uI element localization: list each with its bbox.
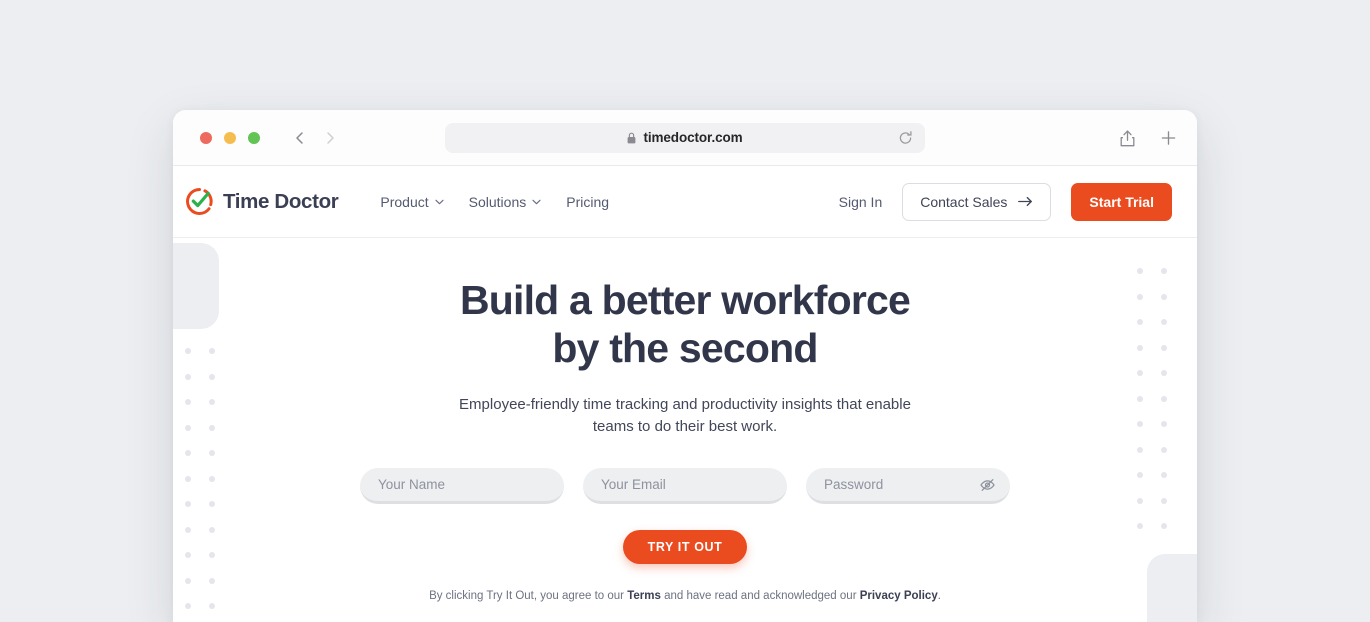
nav-item-product-label: Product [380,193,429,210]
nav-item-product[interactable]: Product [380,193,444,210]
legal-text-part-2: and have read and acknowledged our [660,590,860,602]
arrow-right-icon [1018,196,1033,207]
time-doctor-logo-icon [186,188,213,215]
hero-section: Build a better workforce by the second E… [173,238,1197,622]
nav-item-pricing-label: Pricing [566,193,610,210]
page-title: Build a better workforce by the second [173,276,1197,372]
eye-slash-icon [980,478,995,491]
legal-text-part-3: . [937,590,941,602]
header-actions: Sign In Contact Sales Start Trial [839,182,1172,221]
share-icon[interactable] [1119,128,1136,147]
email-input[interactable] [601,477,769,492]
subhead-line-2: teams to do their best work. [592,418,778,435]
contact-sales-label: Contact Sales [920,193,1008,210]
site-header: Time Doctor Product Solutions Pricing Si… [173,166,1197,238]
try-it-out-button[interactable]: TRY IT OUT [622,530,748,564]
url-text: timedoctor.com [643,130,743,145]
headline-line-2: by the second [552,325,818,371]
email-field-wrapper[interactable] [583,468,787,504]
start-trial-button[interactable]: Start Trial [1071,182,1172,221]
brand-name: Time Doctor [223,189,339,213]
main-navigation: Product Solutions Pricing [380,194,609,210]
plus-icon[interactable] [1160,129,1177,146]
nav-item-solutions[interactable]: Solutions [469,194,542,210]
chevron-down-icon [435,199,444,204]
browser-toolbar: timedoctor.com [173,110,1197,166]
signup-form [173,468,1197,504]
browser-window: timedoctor.com Time Doctor Product Solut… [173,110,1197,622]
minimize-window-button[interactable] [224,131,236,144]
browser-nav-arrows [292,130,338,146]
forward-button[interactable] [322,130,338,146]
toggle-password-visibility-button[interactable] [979,476,996,493]
window-controls [200,131,260,144]
terms-link[interactable]: Terms [627,590,661,602]
nav-item-pricing[interactable]: Pricing [566,194,609,210]
sign-in-link[interactable]: Sign In [839,194,883,210]
lock-icon [628,132,636,143]
legal-text-part-1: By clicking Try It Out, you agree to our [429,590,628,602]
reload-icon[interactable] [898,130,913,145]
close-window-button[interactable] [200,131,212,144]
hero-subheading: Employee-friendly time tracking and prod… [173,394,1197,438]
nav-item-solutions-label: Solutions [468,193,527,210]
back-button[interactable] [292,130,308,146]
contact-sales-button[interactable]: Contact Sales [902,182,1052,221]
password-field-wrapper[interactable] [806,468,1010,504]
name-field-wrapper[interactable] [360,468,564,504]
address-bar[interactable]: timedoctor.com [445,122,925,153]
maximize-window-button[interactable] [248,131,260,144]
browser-toolbar-right [1119,128,1177,147]
legal-disclaimer: By clicking Try It Out, you agree to our… [173,590,1197,602]
subhead-line-1: Employee-friendly time tracking and prod… [459,396,911,413]
chevron-down-icon [532,199,541,204]
brand-logo[interactable]: Time Doctor [185,187,339,216]
password-input[interactable] [824,477,992,492]
privacy-policy-link[interactable]: Privacy Policy [860,590,938,602]
headline-line-1: Build a better workforce [459,277,911,323]
name-input[interactable] [378,477,546,492]
